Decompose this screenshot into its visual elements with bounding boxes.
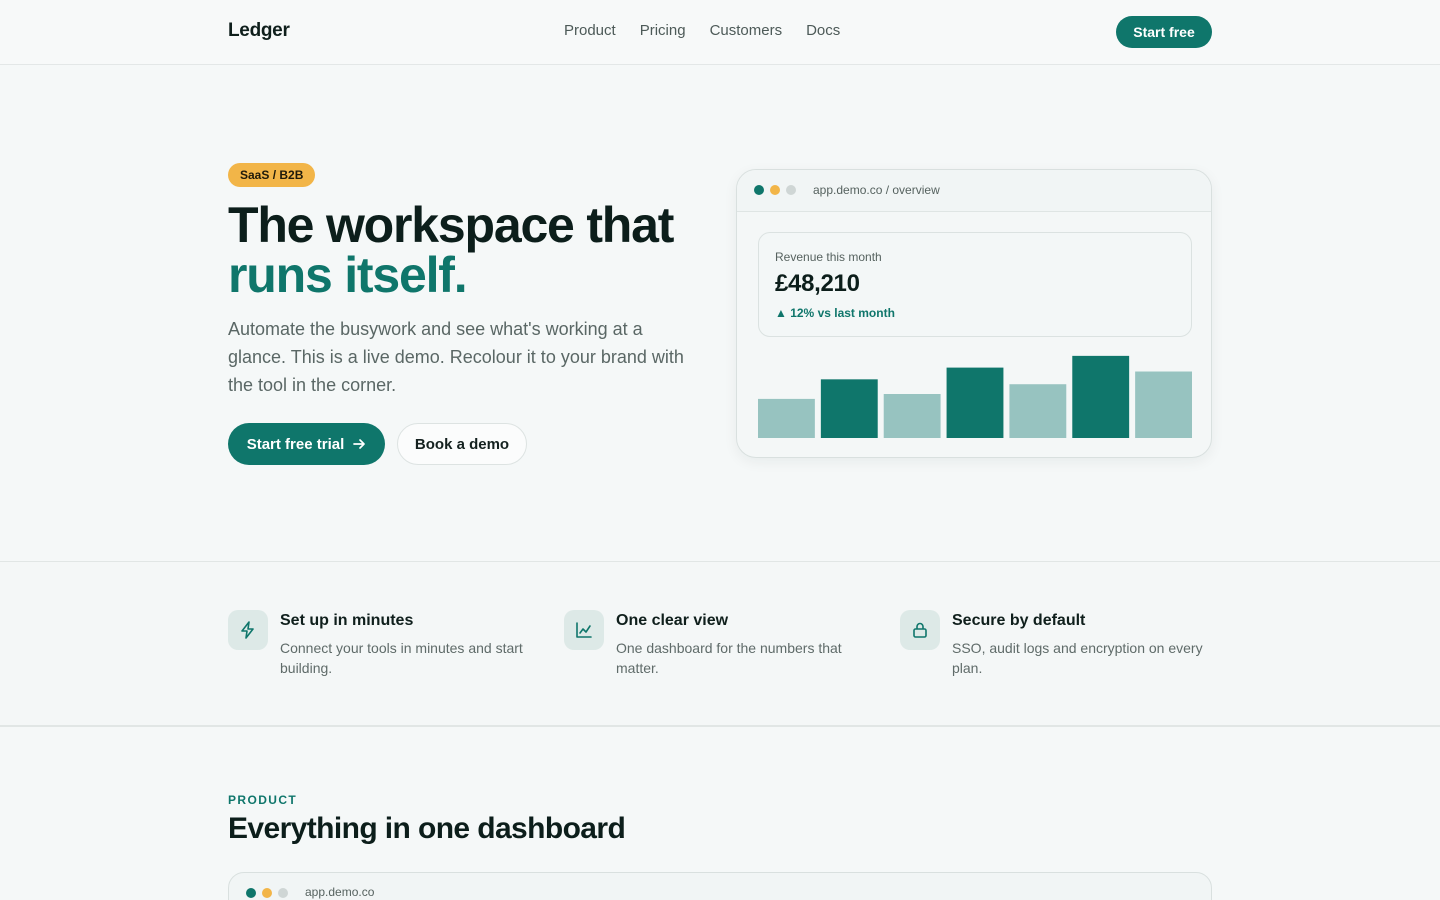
revenue-card: Revenue this month £48,210 ▲ 12% vs last… bbox=[758, 232, 1192, 337]
window-dot-grey bbox=[278, 888, 288, 898]
window-dot-green bbox=[246, 888, 256, 898]
window-dot-grey bbox=[786, 185, 796, 195]
window-dot-yellow bbox=[770, 185, 780, 195]
window-titlebar: app.demo.co / overview bbox=[737, 170, 1211, 212]
window-dot-green bbox=[754, 185, 764, 195]
start-free-trial-label: Start free trial bbox=[246, 435, 345, 453]
line-chart-icon bbox=[576, 622, 592, 638]
arrow-right-icon bbox=[353, 439, 366, 449]
nav-link-customers[interactable]: Customers bbox=[710, 22, 783, 39]
start-free-trial-button[interactable]: Start free trial bbox=[228, 423, 385, 465]
chart-bar bbox=[946, 367, 1004, 438]
chart-bar bbox=[758, 398, 815, 438]
window-url: app.demo.co / overview bbox=[813, 183, 940, 197]
feature-title: Secure by default bbox=[952, 612, 1086, 629]
feature-description: Connect your tools in minutes and start … bbox=[280, 640, 523, 676]
nav-links: Product Pricing Customers Docs bbox=[564, 22, 840, 39]
chart-bar bbox=[1072, 355, 1130, 438]
hero-title: The workspace that runs itself. bbox=[228, 200, 708, 300]
product-preview-window: app.demo.co bbox=[228, 872, 1212, 900]
chart-bar bbox=[1009, 384, 1067, 438]
feature-description: One dashboard for the numbers that matte… bbox=[616, 640, 842, 676]
hero-title-accent: runs itself. bbox=[228, 247, 468, 303]
app-preview-window: app.demo.co / overview Revenue this mont… bbox=[736, 169, 1212, 458]
nav-link-pricing[interactable]: Pricing bbox=[640, 22, 686, 39]
hero-title-line1: The workspace that bbox=[228, 197, 674, 253]
feature-title: Set up in minutes bbox=[280, 612, 414, 629]
bar-chart-svg bbox=[758, 355, 1192, 438]
revenue-value: £48,210 bbox=[775, 270, 860, 297]
feature-icon-box bbox=[228, 610, 268, 650]
top-nav: Ledger Product Pricing Customers Docs St… bbox=[0, 0, 1440, 65]
revenue-bar-chart bbox=[758, 350, 1192, 438]
revenue-label: Revenue this month bbox=[775, 250, 882, 264]
hero-subtitle: Automate the busywork and see what's wor… bbox=[228, 319, 684, 395]
section-eyebrow: PRODUCT bbox=[228, 793, 298, 807]
feature-icon-box bbox=[564, 610, 604, 650]
feature-description: SSO, audit logs and encryption on every … bbox=[952, 640, 1203, 676]
nav-link-product[interactable]: Product bbox=[564, 22, 616, 39]
category-badge: SaaS / B2B bbox=[228, 163, 316, 187]
lightning-icon bbox=[241, 621, 254, 639]
logo[interactable]: Ledger bbox=[228, 20, 290, 42]
chart-bar bbox=[1135, 371, 1192, 438]
lock-icon bbox=[913, 622, 927, 638]
chart-bar bbox=[820, 379, 878, 438]
feature-icon-box bbox=[900, 610, 940, 650]
chart-bar bbox=[883, 394, 941, 438]
window-url: app.demo.co bbox=[305, 885, 375, 899]
book-demo-button[interactable]: Book a demo bbox=[397, 423, 527, 465]
start-free-button[interactable]: Start free bbox=[1116, 16, 1212, 48]
nav-link-docs[interactable]: Docs bbox=[806, 22, 840, 39]
feature-title: One clear view bbox=[616, 612, 729, 629]
section-title: Everything in one dashboard bbox=[228, 812, 626, 845]
features-strip: Set up in minutes Connect your tools in … bbox=[0, 561, 1440, 727]
revenue-delta: ▲ 12% vs last month bbox=[775, 306, 895, 320]
window-dot-yellow bbox=[262, 888, 272, 898]
